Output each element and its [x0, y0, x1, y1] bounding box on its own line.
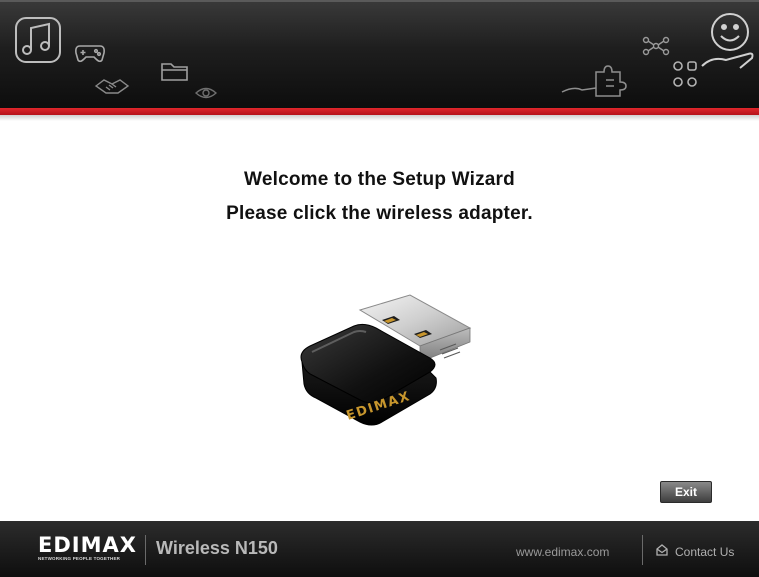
edimax-logo: EDIMAX NETWORKING PEOPLE TOGETHER: [38, 533, 137, 562]
dots-icon: [672, 60, 698, 90]
contact-label: Contact Us: [675, 544, 735, 559]
handshake-icon: [94, 76, 130, 96]
header-red-stripe: [0, 108, 759, 115]
header-banner: [0, 0, 759, 108]
wireless-adapter-button[interactable]: EDIMAX: [290, 290, 480, 455]
footer-bar: EDIMAX NETWORKING PEOPLE TOGETHER Wirele…: [0, 521, 759, 577]
exit-button[interactable]: Exit: [660, 481, 712, 503]
smile-icon: [700, 10, 756, 74]
gamepad-icon: [74, 42, 106, 64]
welcome-text-block: Welcome to the Setup Wizard Please click…: [0, 163, 759, 231]
footer-divider-left: [145, 535, 146, 565]
music-icon: [14, 16, 62, 64]
logo-text: EDIMAX: [38, 533, 137, 557]
eye-icon: [195, 86, 217, 100]
puzzle-icon: [560, 60, 636, 100]
website-link[interactable]: www.edimax.com: [516, 545, 609, 559]
network-icon: [642, 36, 670, 56]
footer-divider-right: [642, 535, 643, 565]
welcome-title: Welcome to the Setup Wizard: [244, 169, 515, 190]
header-red-shadow: [0, 115, 759, 121]
product-name: Wireless N150: [156, 538, 278, 558]
header-top-line: [0, 0, 759, 2]
contact-us-link[interactable]: Contact Us: [655, 543, 734, 560]
folder-icon: [160, 60, 190, 82]
usb-adapter-icon: EDIMAX: [300, 294, 472, 426]
contact-icon: [655, 543, 669, 560]
instruction-text: Please click the wireless adapter.: [226, 203, 533, 224]
